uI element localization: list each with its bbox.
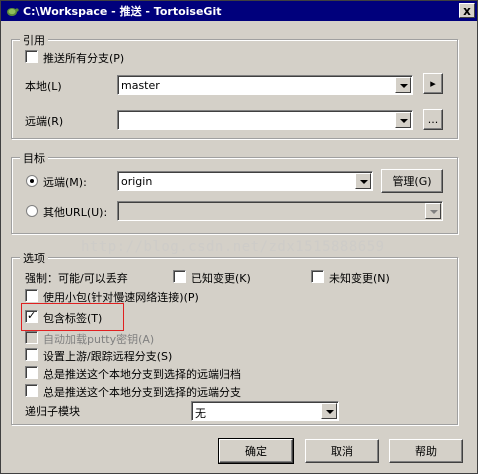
destination-group-title: 目标 <box>20 150 48 166</box>
chevron-down-icon <box>400 119 408 123</box>
remote-value: origin <box>121 175 153 188</box>
options-group-title: 选项 <box>20 250 48 266</box>
radio-selected-dot <box>30 179 34 183</box>
recurse-dropdown-button[interactable] <box>321 403 337 419</box>
remote-label: 远端(R) <box>25 115 64 128</box>
push-all-branches-label: 推送所有分支(P) <box>43 52 125 65</box>
known-changes-label: 已知变更(K) <box>191 272 251 285</box>
unknown-changes-label: 未知变更(N) <box>329 272 390 285</box>
manage-button-label: 管理(G) <box>392 175 432 188</box>
local-branch-value: master <box>121 79 160 92</box>
tortoise-icon <box>5 4 19 18</box>
ok-button-label: 确定 <box>245 445 267 458</box>
help-button-label: 帮助 <box>415 445 437 458</box>
always-push-branch-checkbox[interactable] <box>25 384 38 397</box>
recurse-submodules-combo[interactable]: 无 <box>191 401 339 421</box>
remote-branch-dropdown-button[interactable] <box>395 112 411 128</box>
set-upstream-label: 设置上游/跟踪远程分支(S) <box>43 350 173 363</box>
chevron-down-icon <box>360 180 368 184</box>
chevron-down-icon <box>430 210 438 214</box>
autoload-putty-checkbox[interactable] <box>25 331 38 344</box>
cancel-button-label: 取消 <box>331 445 353 458</box>
always-push-branch-label: 总是推送这个本地分支到选择的远端分支 <box>43 386 241 399</box>
always-push-archive-label: 总是推送这个本地分支到选择的远端归档 <box>43 368 241 381</box>
push-all-branches-checkbox[interactable] <box>25 50 38 63</box>
close-icon: x <box>463 3 471 18</box>
force-label: 强制：可能/可以丢弃 <box>25 272 128 285</box>
title-bar[interactable]: C:\Workspace - 推送 - TortoiseGit x <box>1 1 477 21</box>
autoload-putty-label: 自动加载putty密钥(A) <box>43 333 155 346</box>
unknown-changes-checkbox[interactable] <box>311 270 324 283</box>
ok-button[interactable]: 确定 <box>218 438 294 464</box>
cancel-button[interactable]: 取消 <box>305 439 379 463</box>
remote-branch-combo[interactable] <box>117 110 413 130</box>
chevron-down-icon <box>400 84 408 88</box>
set-upstream-checkbox[interactable] <box>25 348 38 361</box>
local-branch-dropdown-button[interactable] <box>395 77 411 93</box>
other-url-label: 其他URL(U): <box>43 206 108 219</box>
push-dialog: C:\Workspace - 推送 - TortoiseGit x 引用 推送所… <box>0 0 478 474</box>
help-button[interactable]: 帮助 <box>389 439 463 463</box>
window-title: C:\Workspace - 推送 - TortoiseGit <box>23 5 222 18</box>
recurse-submodules-label: 递归子模块 <box>25 405 80 418</box>
manage-button[interactable]: 管理(G) <box>381 169 443 193</box>
close-button[interactable]: x <box>459 3 475 18</box>
ref-group-title: 引用 <box>20 32 48 48</box>
play-arrow-icon: ▸ <box>430 77 436 90</box>
remote-radio-label: 远端(M): <box>43 176 87 189</box>
ellipsis-icon: ... <box>427 113 439 126</box>
other-url-dropdown-button[interactable] <box>425 203 441 219</box>
always-push-archive-checkbox[interactable] <box>25 366 38 379</box>
other-url-combo[interactable] <box>117 201 443 221</box>
other-url-radio[interactable] <box>26 205 38 217</box>
local-branch-combo[interactable]: master <box>117 75 413 95</box>
recurse-submodules-value: 无 <box>195 407 206 420</box>
chevron-down-icon <box>326 410 334 414</box>
thin-pack-checkbox[interactable] <box>25 289 38 302</box>
highlight-box <box>21 303 124 331</box>
remote-radio[interactable] <box>26 175 38 187</box>
browse-remote-button[interactable]: ... <box>423 109 443 130</box>
local-label: 本地(L) <box>25 80 62 93</box>
watermark-text: http://blog.csdn.net/zdx1515888659 <box>81 239 385 255</box>
remote-combo[interactable]: origin <box>117 171 373 191</box>
pick-branch-button[interactable]: ▸ <box>423 73 443 94</box>
known-changes-checkbox[interactable] <box>173 270 186 283</box>
remote-dropdown-button[interactable] <box>355 173 371 189</box>
